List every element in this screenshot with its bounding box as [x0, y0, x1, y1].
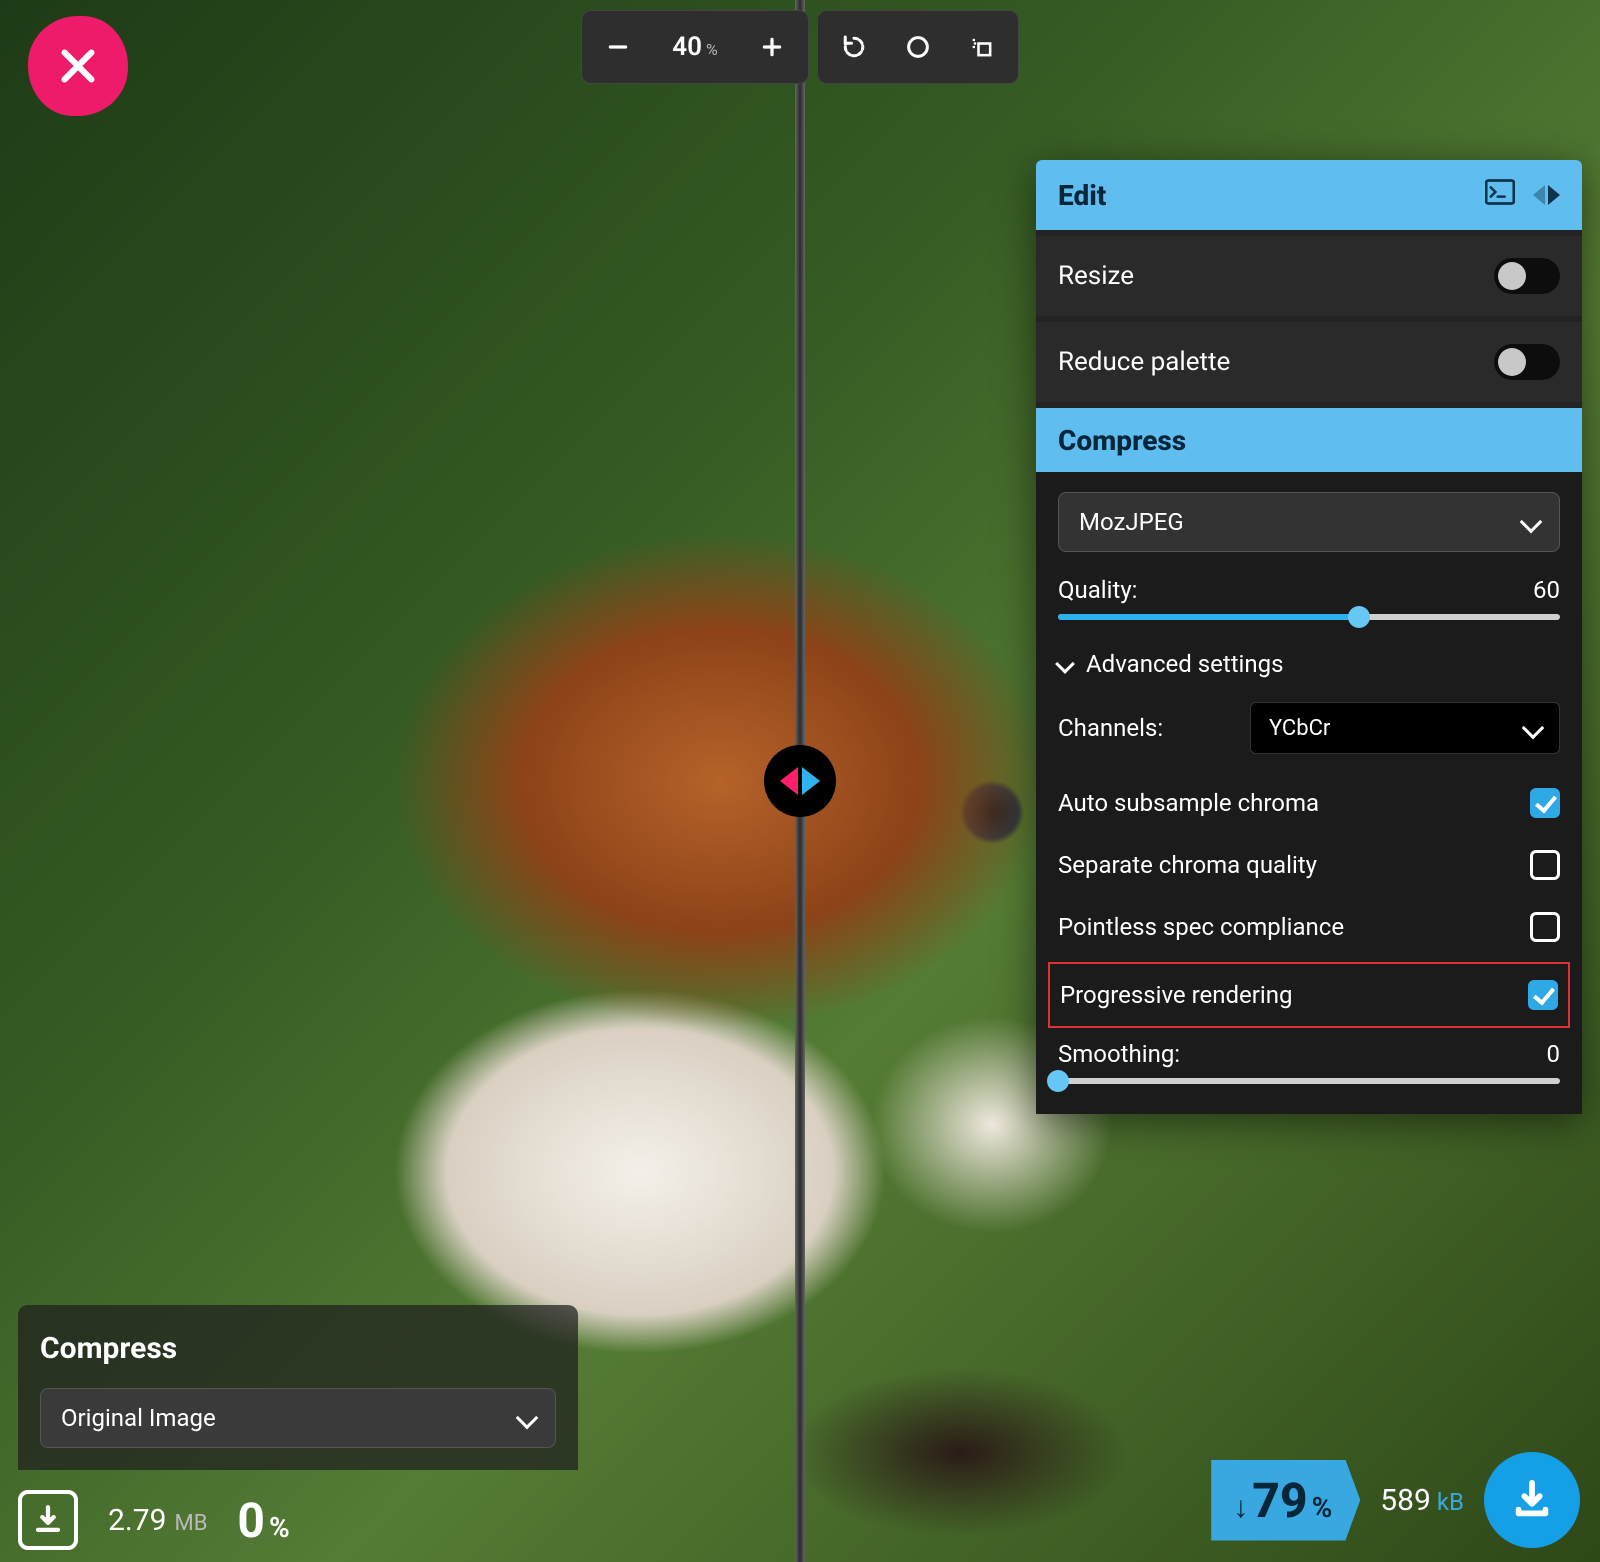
settings-sidebar: Edit Resize Reduce palette Compress MozJ… — [1036, 160, 1582, 1114]
terminal-icon — [1485, 179, 1515, 205]
pointless-spec-checkbox[interactable] — [1530, 912, 1560, 942]
crop-icon — [968, 33, 996, 61]
minus-icon — [605, 34, 631, 60]
transform-group — [817, 10, 1019, 84]
left-panel: Compress Original Image 2.79 MB 0 % — [18, 1305, 578, 1550]
background-button[interactable] — [888, 17, 948, 77]
left-format-value: Original Image — [61, 1404, 216, 1432]
pointless-spec-row: Pointless spec compliance — [1058, 896, 1560, 958]
cli-button[interactable] — [1485, 179, 1515, 212]
channels-label: Channels: — [1058, 714, 1163, 742]
plus-icon — [759, 34, 785, 60]
close-icon — [55, 43, 101, 89]
resize-toggle[interactable] — [1494, 258, 1560, 294]
separate-chroma-checkbox[interactable] — [1530, 850, 1560, 880]
progressive-checkbox[interactable] — [1528, 980, 1558, 1010]
left-pct: 0 % — [237, 1492, 289, 1549]
compress-section-label: Compress — [1058, 424, 1186, 457]
smoothing-value: 0 — [1547, 1040, 1561, 1068]
quality-slider[interactable] — [1058, 614, 1560, 620]
separate-chroma-row: Separate chroma quality — [1058, 834, 1560, 896]
left-size-value: 2.79 — [108, 1503, 167, 1538]
channels-row: Channels: YCbCr — [1058, 702, 1560, 754]
left-panel-title: Compress — [40, 1331, 556, 1366]
channels-select[interactable]: YCbCr — [1250, 702, 1560, 754]
zoom-in-button[interactable] — [742, 17, 802, 77]
sidebar-header: Edit — [1036, 160, 1582, 230]
triangle-right-icon — [802, 767, 820, 795]
triangle-left-icon — [1533, 185, 1545, 205]
download-icon — [31, 1503, 65, 1537]
advanced-label: Advanced settings — [1086, 650, 1284, 678]
smoothing-label: Smoothing: — [1058, 1040, 1180, 1068]
top-toolbar: 40 % — [581, 10, 1019, 84]
progressive-label: Progressive rendering — [1060, 981, 1292, 1009]
sidebar-title: Edit — [1058, 179, 1106, 212]
savings-badge: ↓ 79 % — [1211, 1460, 1360, 1541]
triangle-left-icon — [780, 767, 798, 795]
savings-unit: % — [1312, 1491, 1333, 1524]
download-right-button[interactable] — [1484, 1452, 1580, 1548]
quality-row: Quality: 60 — [1058, 576, 1560, 604]
resize-row: Resize — [1036, 236, 1582, 316]
triangle-right-icon — [1548, 185, 1560, 205]
chevron-down-icon — [1522, 717, 1545, 740]
right-footer: ↓ 79 % 589kB — [1211, 1452, 1580, 1548]
advanced-toggle[interactable]: Advanced settings — [1058, 650, 1560, 678]
quality-label: Quality: — [1058, 576, 1138, 604]
download-icon — [1509, 1477, 1555, 1523]
chevron-down-icon — [1520, 511, 1543, 534]
download-left-button[interactable] — [18, 1490, 78, 1550]
reduce-palette-toggle[interactable] — [1494, 344, 1560, 380]
quality-value: 60 — [1533, 576, 1560, 604]
compress-section-body: MozJPEG Quality: 60 Advanced settings Ch… — [1036, 472, 1582, 1114]
zoom-out-button[interactable] — [588, 17, 648, 77]
slider-thumb[interactable] — [1047, 1070, 1069, 1092]
right-size-unit: kB — [1437, 1488, 1464, 1516]
channels-value: YCbCr — [1269, 716, 1330, 741]
right-size: 589kB — [1380, 1483, 1464, 1518]
progressive-row: Progressive rendering — [1048, 962, 1570, 1028]
divider-handle[interactable] — [764, 745, 836, 817]
auto-subsample-checkbox[interactable] — [1530, 788, 1560, 818]
left-size: 2.79 MB — [108, 1503, 207, 1538]
codec-select[interactable]: MozJPEG — [1058, 492, 1560, 552]
zoom-number: 40 — [672, 32, 702, 62]
zoom-unit: % — [706, 40, 718, 59]
rotate-button[interactable] — [824, 17, 884, 77]
close-button[interactable] — [28, 16, 128, 116]
smoothing-row: Smoothing: 0 — [1058, 1040, 1560, 1068]
right-size-value: 589 — [1380, 1483, 1431, 1518]
circle-icon — [904, 33, 932, 61]
left-format-select[interactable]: Original Image — [40, 1388, 556, 1448]
zoom-value: 40 % — [652, 32, 738, 62]
pointless-spec-label: Pointless spec compliance — [1058, 913, 1344, 941]
reduce-palette-row: Reduce palette — [1036, 322, 1582, 402]
separate-chroma-label: Separate chroma quality — [1058, 851, 1317, 879]
left-pct-unit: % — [269, 1511, 290, 1544]
left-compress-card: Compress Original Image — [18, 1305, 578, 1470]
resize-label: Resize — [1058, 261, 1134, 291]
chevron-down-icon — [516, 1407, 539, 1430]
auto-subsample-label: Auto subsample chroma — [1058, 789, 1319, 817]
left-size-unit: MB — [175, 1511, 208, 1536]
crop-button[interactable] — [952, 17, 1012, 77]
auto-subsample-row: Auto subsample chroma — [1058, 772, 1560, 834]
chevron-down-icon — [1055, 654, 1075, 674]
collapse-button[interactable] — [1533, 185, 1560, 205]
slider-thumb[interactable] — [1348, 606, 1370, 628]
compress-section-header: Compress — [1036, 408, 1582, 472]
reduce-palette-label: Reduce palette — [1058, 347, 1230, 377]
left-pct-value: 0 — [237, 1492, 265, 1549]
left-panel-footer: 2.79 MB 0 % — [18, 1490, 578, 1550]
codec-value: MozJPEG — [1079, 508, 1184, 536]
rotate-icon — [839, 32, 869, 62]
arrow-down-icon: ↓ — [1233, 1490, 1248, 1525]
smoothing-slider[interactable] — [1058, 1078, 1560, 1084]
savings-value: 79 — [1252, 1472, 1307, 1529]
zoom-group: 40 % — [581, 10, 809, 84]
